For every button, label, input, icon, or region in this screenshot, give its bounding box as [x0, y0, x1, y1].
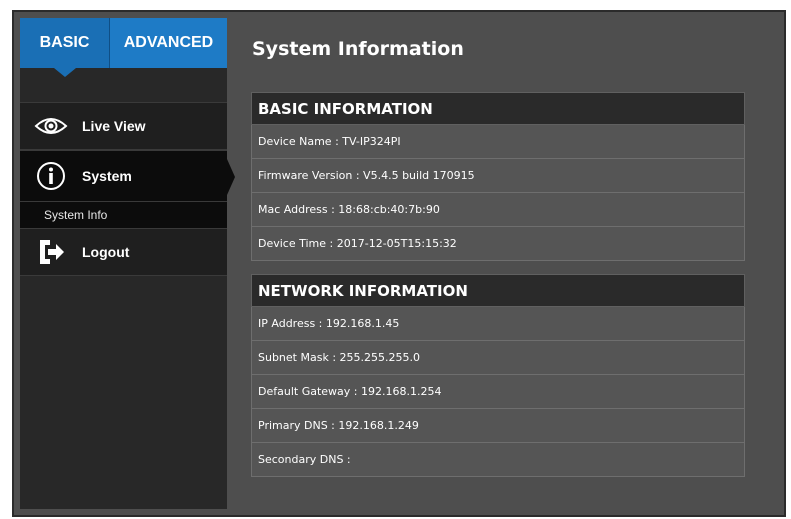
network-information-section: NETWORK INFORMATION IP Address : 192.168… [251, 274, 745, 477]
page-title: System Information [252, 38, 464, 60]
sidebar-subitem-system-info[interactable]: System Info [20, 202, 227, 228]
mode-tabs: BASIC ADVANCED [20, 18, 227, 77]
eye-icon [34, 111, 68, 141]
sidebar-item-label: Live View [82, 118, 146, 134]
primary-dns-row: Primary DNS : 192.168.1.249 [251, 409, 745, 443]
sidebar: BASIC ADVANCED Live View System System I… [20, 18, 235, 509]
info-icon [34, 161, 68, 191]
default-gateway-row: Default Gateway : 192.168.1.254 [251, 375, 745, 409]
mac-address-row: Mac Address : 18:68:cb:40:7b:90 [251, 193, 745, 227]
ip-address-row: IP Address : 192.168.1.45 [251, 307, 745, 341]
section-header: NETWORK INFORMATION [251, 274, 745, 307]
device-name-row: Device Name : TV-IP324PI [251, 125, 745, 159]
sidebar-nav: Live View System System Info Logout [20, 102, 235, 276]
logout-icon [34, 237, 68, 267]
active-tab-pointer [54, 68, 76, 77]
app-frame: BASIC ADVANCED Live View System System I… [12, 10, 786, 517]
basic-information-section: BASIC INFORMATION Device Name : TV-IP324… [251, 92, 745, 261]
tab-basic[interactable]: BASIC [20, 18, 110, 68]
subnet-mask-row: Subnet Mask : 255.255.255.0 [251, 341, 745, 375]
sidebar-item-system[interactable]: System [20, 150, 235, 202]
firmware-version-row: Firmware Version : V5.4.5 build 170915 [251, 159, 745, 193]
device-time-row: Device Time : 2017-12-05T15:15:32 [251, 227, 745, 261]
secondary-dns-row: Secondary DNS : [251, 443, 745, 477]
tab-advanced[interactable]: ADVANCED [110, 18, 227, 68]
sidebar-item-label: Logout [82, 244, 130, 260]
sidebar-item-logout[interactable]: Logout [20, 228, 227, 276]
sidebar-item-label: System [82, 168, 132, 184]
section-header: BASIC INFORMATION [251, 92, 745, 125]
active-item-arrow [227, 159, 235, 195]
main-content: System Information BASIC INFORMATION Dev… [246, 12, 784, 515]
sidebar-item-live-view[interactable]: Live View [20, 102, 227, 150]
